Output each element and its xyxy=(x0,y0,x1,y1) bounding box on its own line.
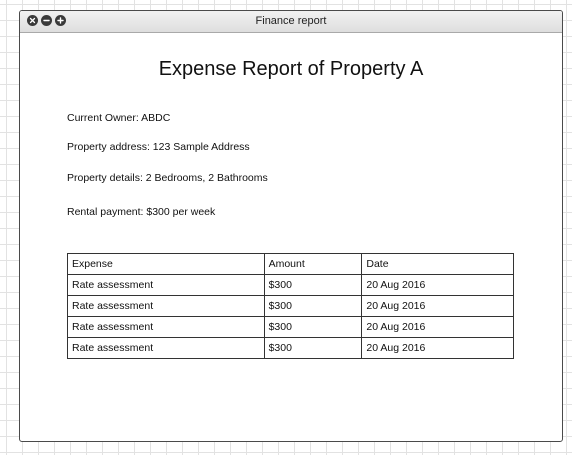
date-cell: 20 Aug 2016 xyxy=(361,337,514,359)
table-row: Rate assessment $300 20 Aug 2016 xyxy=(67,316,514,338)
amount-cell: $300 xyxy=(263,316,363,338)
amount-cell: $300 xyxy=(263,274,363,296)
expense-table: Expense Amount Date Rate assessment $300… xyxy=(67,253,514,359)
rental-payment-text: Rental payment: $300 per week xyxy=(67,206,216,218)
column-header-amount: Amount xyxy=(263,253,363,275)
property-address-text: Property address: 123 Sample Address xyxy=(67,141,250,153)
date-cell: 20 Aug 2016 xyxy=(361,316,514,338)
column-header-expense: Expense xyxy=(67,253,265,275)
amount-cell: $300 xyxy=(263,337,363,359)
window-titlebar[interactable]: Finance report xyxy=(20,11,562,33)
table-header-row: Expense Amount Date xyxy=(67,253,514,275)
report-title: Expense Report of Property A xyxy=(158,58,424,80)
expense-cell: Rate assessment xyxy=(67,316,265,338)
expense-cell: Rate assessment xyxy=(67,337,265,359)
column-header-date: Date xyxy=(361,253,514,275)
table-row: Rate assessment $300 20 Aug 2016 xyxy=(67,337,514,359)
date-cell: 20 Aug 2016 xyxy=(361,295,514,317)
table-row: Rate assessment $300 20 Aug 2016 xyxy=(67,295,514,317)
property-details-text: Property details: 2 Bedrooms, 2 Bathroom… xyxy=(67,172,268,184)
current-owner-text: Current Owner: ABDC xyxy=(67,112,171,124)
finance-report-window: Finance report Expense Report of Propert… xyxy=(19,10,563,442)
amount-cell: $300 xyxy=(263,295,363,317)
date-cell: 20 Aug 2016 xyxy=(361,274,514,296)
expense-cell: Rate assessment xyxy=(67,274,265,296)
window-title: Finance report xyxy=(255,15,327,27)
expense-cell: Rate assessment xyxy=(67,295,265,317)
table-row: Rate assessment $300 20 Aug 2016 xyxy=(67,274,514,296)
